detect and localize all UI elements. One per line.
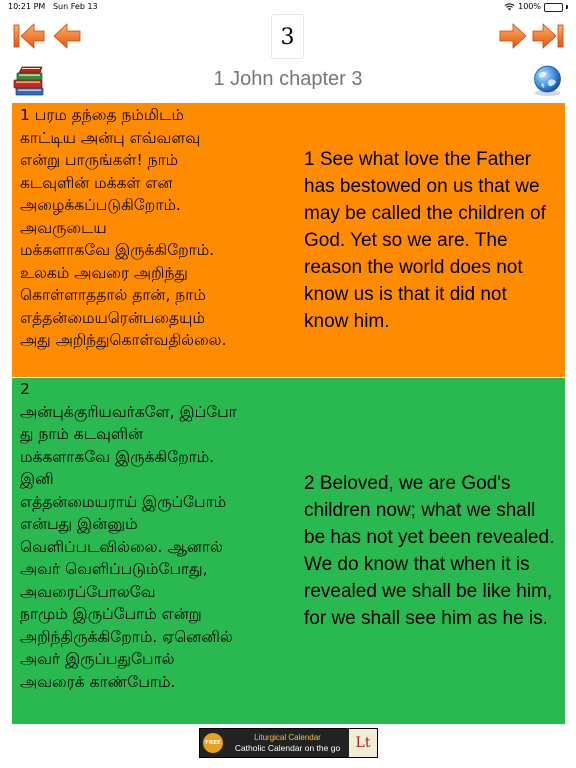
last-page-arrow-icon[interactable] (531, 22, 565, 50)
tamil-line: எத்தன்மையரென்பதையும் (20, 308, 205, 327)
tamil-line: அவரைப்போலவே (20, 582, 156, 601)
ad-banner[interactable]: FREE Liturgical Calendar Catholic Calend… (199, 728, 378, 758)
status-indicators: 100% (504, 0, 568, 14)
verse-row-1[interactable]: 1 பரம தந்தை நம்மிடம் காட்டிய அன்பு எவ்வள… (12, 103, 565, 377)
verse-2-tamil: 2 அன்புக்குரியவர்களே, இப்போ து நாம் கடவு… (12, 378, 297, 724)
verse-2-english: 2 Beloved, we are God's children now; wh… (297, 378, 565, 724)
tamil-line: அது அறிந்துகொள்வதில்லை. (20, 331, 227, 349)
globe-icon[interactable] (530, 63, 565, 98)
tamil-line: மக்களாகவே இருக்கிறோம். (20, 447, 215, 466)
status-date: Sun Feb 13 (52, 2, 98, 11)
tamil-line: 1 பரம தந்தை நம்மிடம் (20, 106, 184, 124)
tamil-line: எத்தன்மையராய் இருப்போம் (20, 492, 227, 511)
verse-row-2[interactable]: 2 அன்புக்குரியவர்களே, இப்போ து நாம் கடவு… (12, 378, 565, 724)
battery-icon (544, 2, 563, 12)
ad-text: Liturgical Calendar Catholic Calendar on… (226, 733, 349, 754)
verse-2-english-text: 2 Beloved, we are God's children now; wh… (304, 473, 555, 629)
tamil-line: அழைக்கப்படுகிறோம். (20, 196, 181, 214)
tamil-line: வெளிப்படவில்லை. ஆனால் (20, 537, 223, 556)
ad-logo-icon: Lt (349, 729, 377, 757)
tamil-line: என்று பாருங்கள்! நாம் (20, 151, 179, 169)
chapter-number-button[interactable]: 3 (271, 14, 304, 59)
tamil-line: அவரைக் காண்போம். (20, 672, 176, 691)
tamil-line: நாமும் இருப்போம் என்று (20, 605, 202, 623)
tamil-line: அவர் இருப்பதுபோல் (20, 650, 175, 668)
page-title: 1 John chapter 3 (213, 68, 363, 90)
tamil-line: மக்களாகவே இருக்கிறோம். (20, 241, 215, 259)
first-page-arrow-icon[interactable] (12, 22, 46, 50)
ad-free-badge: FREE (203, 733, 223, 753)
status-time: 10:21 PM (8, 2, 46, 11)
next-arrow-icon[interactable] (494, 22, 528, 50)
battery-tip (566, 5, 568, 9)
ad-title: Liturgical Calendar (254, 732, 321, 742)
verse-1-english-text: 1 See what love the Father has bestowed … (304, 148, 546, 332)
tamil-line: அவர் வெளிப்படும்போது, (20, 560, 208, 578)
tamil-line: 2 (20, 380, 30, 398)
tamil-line: கொள்ளாததால் தான், நாம் (20, 286, 206, 304)
ad-subtitle: Catholic Calendar on the go (234, 742, 341, 753)
verse-1-english: 1 See what love the Father has bestowed … (297, 103, 565, 377)
wifi-icon (504, 3, 515, 11)
tamil-line: கடவுளின் மக்கள் என (20, 173, 173, 192)
verse-1-tamil: 1 பரம தந்தை நம்மிடம் காட்டிய அன்பு எவ்வள… (12, 103, 297, 377)
status-time-date: 10:21 PM Sun Feb 13 (8, 0, 98, 14)
tamil-line: அவருடைய (20, 218, 107, 237)
tamil-line: இனி (20, 470, 54, 488)
battery-percent: 100% (518, 2, 541, 11)
tamil-line: என்பது இன்னும் (20, 515, 138, 533)
tamil-line: அன்புக்குரியவர்களே, இப்போ (20, 402, 237, 421)
status-bar: 10:21 PM Sun Feb 13 100% (0, 0, 576, 14)
tamil-line: து நாம் கடவுளின் (20, 425, 144, 443)
tamil-line: அறிந்திருக்கிறோம். ஏனெனில் (20, 627, 233, 646)
tamil-line: காட்டிய அன்பு எவ்வளவு (20, 128, 201, 147)
prev-arrow-icon[interactable] (52, 22, 86, 50)
tamil-line: உலகம் அவரை அறிந்து (20, 263, 188, 282)
